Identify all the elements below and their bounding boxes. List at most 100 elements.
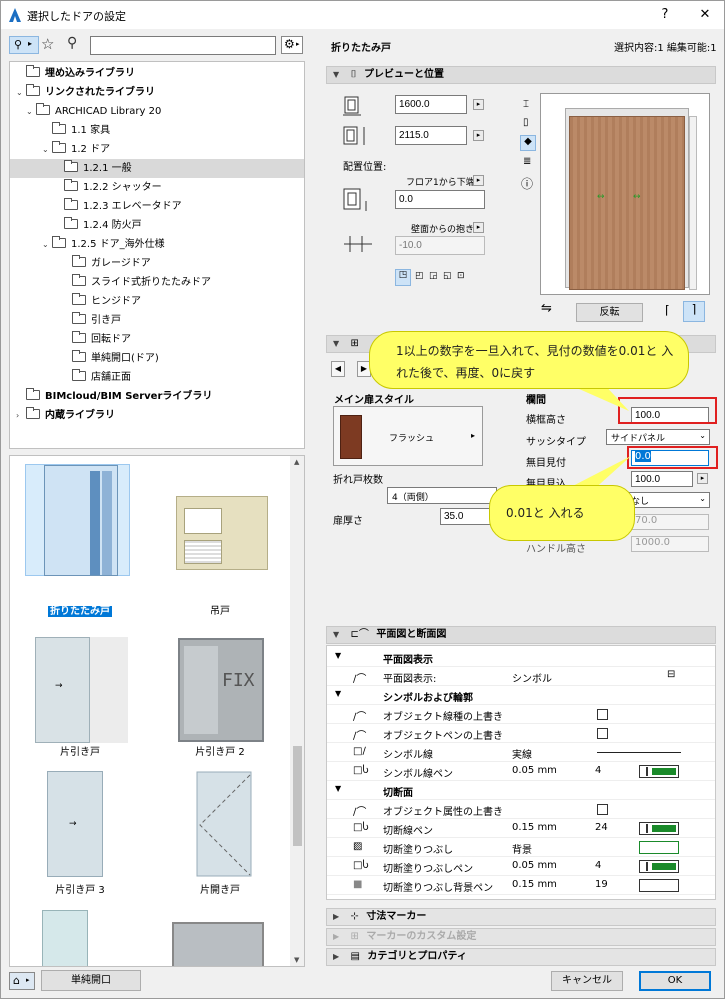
anchor-option-1[interactable]: ◳	[395, 269, 411, 286]
tree-item[interactable]: 引き戸	[10, 311, 304, 330]
thumbnail-sliding-door[interactable]: →	[25, 631, 130, 743]
expand-chevron-icon[interactable]: ›	[16, 406, 26, 425]
scroll-up-icon[interactable]: ▲	[294, 458, 299, 466]
page-prev-button[interactable]: ◀	[331, 361, 345, 377]
thumbnail-sliding-door-3[interactable]: →	[25, 771, 130, 883]
wall-reference-button[interactable]: ▸	[473, 222, 484, 233]
pen-color-swatch[interactable]	[639, 822, 679, 835]
expand-chevron-icon[interactable]: ⌄	[42, 140, 52, 159]
property-value[interactable]: 0.15 mm	[512, 822, 557, 833]
thumbnail-sliding-door-2[interactable]: FIX	[170, 634, 275, 746]
tree-item[interactable]: 埋め込みライブラリ	[10, 64, 304, 83]
override-checkbox[interactable]	[597, 728, 608, 739]
tree-item[interactable]: ⌄ ARCHICAD Library 20	[10, 102, 304, 121]
cancel-button[interactable]: キャンセル	[551, 971, 623, 991]
tree-item[interactable]: 1.2.1 一般	[10, 159, 304, 178]
hinge-left-icon[interactable]: ⌈	[665, 303, 670, 317]
tree-item[interactable]: 1.1 家具	[10, 121, 304, 140]
thickness-input[interactable]	[440, 508, 496, 525]
anchor-option-3[interactable]: ◲	[429, 271, 438, 281]
floor-reference-button[interactable]: ▸	[473, 175, 484, 186]
property-value[interactable]: 実線	[512, 746, 532, 761]
tree-item[interactable]: 1.2.3 エレベータドア	[10, 197, 304, 216]
override-checkbox[interactable]	[597, 804, 608, 815]
override-checkbox[interactable]	[597, 709, 608, 720]
door-style-selector[interactable]: フラッシュ ▸	[333, 406, 483, 466]
anchor-option-2[interactable]: ◰	[415, 271, 424, 281]
property-group[interactable]: ▼ 切断面	[327, 781, 715, 800]
expanded-triangle-icon[interactable]: ▼	[335, 651, 341, 660]
property-value[interactable]: 背景	[512, 841, 532, 856]
library-view-button[interactable]: ⚲ ▸	[9, 36, 39, 54]
simple-opening-button[interactable]: 単純開口	[41, 970, 141, 991]
fill-swatch[interactable]	[639, 841, 679, 854]
symbol-display-icon[interactable]: ⊟	[667, 669, 675, 680]
section-header-preview[interactable]: ▼ ⌷ プレビューと位置	[326, 66, 716, 84]
section-header-category[interactable]: ▶ ▤ カテゴリとプロパティ	[326, 948, 716, 966]
tree-item[interactable]: 単純開口(ドア)	[10, 349, 304, 368]
favorites-star-icon[interactable]: ☆	[41, 35, 54, 53]
scrollbar-thumb[interactable]	[293, 746, 302, 846]
mullion-depth-arrow[interactable]: ▸	[697, 473, 708, 484]
tree-item[interactable]: 回転ドア	[10, 330, 304, 349]
tree-item[interactable]: › 内蔵ライブラリ	[10, 406, 304, 425]
tree-item[interactable]: 1.2.4 防火戸	[10, 216, 304, 235]
property-value[interactable]: 0.15 mm	[512, 879, 557, 890]
flip-button[interactable]: 反転	[576, 303, 643, 322]
tree-item[interactable]: ⌄ 1.2.5 ドア_海外仕様	[10, 235, 304, 254]
search-icon[interactable]: ⚲	[67, 35, 77, 51]
tree-item[interactable]: ヒンジドア	[10, 292, 304, 311]
pen-color-swatch[interactable]	[639, 765, 679, 778]
ok-button[interactable]: OK	[639, 971, 711, 991]
property-group[interactable]: ▼ 平面図表示	[327, 648, 715, 667]
thumbnail-scrollbar[interactable]: ▲ ▼	[290, 456, 304, 966]
thumbnail-partial[interactable]	[42, 910, 88, 966]
width-arrow-button[interactable]: ▸	[473, 99, 484, 110]
height-arrow-button[interactable]: ▸	[473, 130, 484, 141]
property-value[interactable]: シンボル	[512, 670, 552, 685]
search-input[interactable]	[90, 36, 276, 55]
close-button[interactable]: ✕	[693, 5, 717, 25]
sash-type-select[interactable]: サイドパネル ⌄	[606, 429, 710, 445]
thumbnail-swing-door[interactable]	[170, 771, 275, 883]
thumbnail-hanging-door[interactable]	[170, 464, 275, 576]
property-value[interactable]: 0.05 mm	[512, 860, 557, 871]
tree-item[interactable]: スライド式折りたたみドア	[10, 273, 304, 292]
expand-chevron-icon[interactable]: ⌄	[26, 102, 36, 121]
expand-chevron-icon[interactable]: ⌄	[42, 235, 52, 254]
expanded-triangle-icon[interactable]: ▼	[335, 689, 341, 698]
section-view-icon[interactable]: ≣	[523, 156, 531, 167]
fill-swatch[interactable]	[639, 879, 679, 892]
tree-item[interactable]: ⌄ 1.2 ドア	[10, 140, 304, 159]
width-input[interactable]	[395, 95, 467, 114]
info-icon[interactable]: ⓘ	[521, 175, 533, 192]
3d-view-icon[interactable]: ◆	[520, 135, 536, 151]
expand-chevron-icon[interactable]: ⌄	[16, 83, 26, 102]
property-value[interactable]: 0.05 mm	[512, 765, 557, 776]
thumbnail-partial[interactable]	[172, 922, 264, 966]
object-type-button[interactable]: ⌂ ▸	[9, 972, 35, 990]
section-header-dimension[interactable]: ▶ ⊹ 寸法マーカー	[326, 908, 716, 926]
elevation-view-icon[interactable]: ▯	[523, 117, 529, 128]
pen-color-swatch[interactable]	[639, 860, 679, 873]
height-input[interactable]	[395, 126, 467, 145]
section-header-plan[interactable]: ▼ ⊏⌒ 平面図と断面図	[326, 626, 716, 644]
anchor-option-5[interactable]: ⊡	[457, 271, 465, 281]
thumbnail-folding-door[interactable]	[25, 464, 130, 576]
plan-view-icon[interactable]: ⌶	[523, 99, 529, 110]
anchor-option-4[interactable]: ◱	[443, 271, 452, 281]
leaf-count-select[interactable]: 4（両側）	[387, 487, 497, 504]
tree-item[interactable]: 店舗正面	[10, 368, 304, 387]
tree-item[interactable]: BIMcloud/BIM Serverライブラリ	[10, 387, 304, 406]
tree-item[interactable]: 1.2.2 シャッター	[10, 178, 304, 197]
sill-input[interactable]	[395, 190, 485, 209]
settings-menu-button[interactable]: ⚙ ▸	[281, 36, 303, 54]
tree-item[interactable]: ガレージドア	[10, 254, 304, 273]
tree-item[interactable]: ⌄ リンクされたライブラリ	[10, 83, 304, 102]
line-type-preview[interactable]	[597, 752, 681, 753]
help-button[interactable]: ?	[653, 5, 677, 25]
scroll-down-icon[interactable]: ▼	[294, 956, 299, 964]
expanded-triangle-icon[interactable]: ▼	[335, 784, 341, 793]
property-group[interactable]: ▼ シンボルおよび輪郭	[327, 686, 715, 705]
reveal-input[interactable]	[395, 236, 485, 255]
